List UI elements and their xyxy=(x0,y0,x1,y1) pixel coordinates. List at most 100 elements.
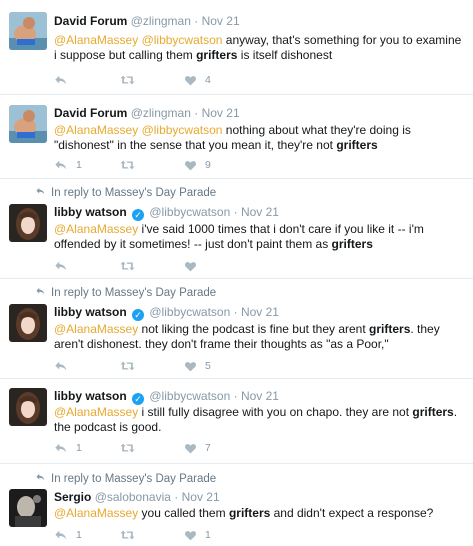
highlighted-term: grifters xyxy=(336,138,378,152)
username[interactable]: @libbycwatson xyxy=(149,305,230,319)
retweet-icon xyxy=(119,441,136,455)
username[interactable]: @libbycwatson xyxy=(149,205,230,219)
mention-link[interactable]: @libbycwatson xyxy=(142,33,223,47)
reply-count: 1 xyxy=(76,159,82,171)
avatar[interactable] xyxy=(9,12,47,50)
reply-context-label: In reply to Massey's Day Parade xyxy=(51,473,217,485)
tweet-header: David Forum @zlingman · Nov 21 xyxy=(54,14,240,28)
reply-button[interactable] xyxy=(54,72,76,88)
avatar[interactable] xyxy=(9,105,47,143)
mention-link[interactable]: @AlanaMassey xyxy=(54,405,138,419)
retweet-icon xyxy=(119,73,136,87)
like-button[interactable]: 7 xyxy=(184,440,211,456)
display-name[interactable]: libby watson xyxy=(54,305,127,319)
tweet[interactable]: In reply to Massey's Day Parade libby wa… xyxy=(0,279,473,379)
reply-count: 1 xyxy=(76,529,82,541)
separator-dot: · xyxy=(233,389,238,403)
timestamp[interactable]: Nov 21 xyxy=(241,389,279,403)
tweet-text-part: and didn't expect a response? xyxy=(270,506,434,520)
like-button[interactable] xyxy=(184,258,205,274)
timestamp[interactable]: Nov 21 xyxy=(241,205,279,219)
tweet-actions: 1 7 xyxy=(54,440,354,456)
reply-context[interactable]: In reply to Massey's Day Parade xyxy=(34,186,216,199)
avatar[interactable] xyxy=(9,204,47,242)
display-name[interactable]: libby watson xyxy=(54,205,127,219)
reply-button[interactable]: 1 xyxy=(54,440,82,456)
avatar[interactable] xyxy=(9,489,47,527)
heart-icon xyxy=(184,260,197,273)
reply-context[interactable]: In reply to Massey's Day Parade xyxy=(34,472,216,485)
reply-icon xyxy=(54,359,68,373)
retweet-button[interactable] xyxy=(119,440,144,456)
retweet-icon xyxy=(119,359,136,373)
like-button[interactable]: 5 xyxy=(184,358,211,374)
tweet[interactable]: David Forum @zlingman · Nov 21 @AlanaMas… xyxy=(0,0,473,95)
tweet[interactable]: In reply to Massey's Day Parade Sergio @… xyxy=(0,464,473,546)
retweet-button[interactable] xyxy=(119,527,144,543)
like-button[interactable]: 1 xyxy=(184,527,211,543)
username[interactable]: @libbycwatson xyxy=(149,389,230,403)
verified-badge-icon: ✓ xyxy=(132,209,145,221)
reply-button[interactable] xyxy=(54,258,76,274)
retweet-button[interactable] xyxy=(119,258,144,274)
reply-context[interactable]: In reply to Massey's Day Parade xyxy=(34,286,216,299)
tweet-actions: 1 1 xyxy=(54,527,354,543)
retweet-button[interactable] xyxy=(119,157,144,173)
retweet-button[interactable] xyxy=(119,358,144,374)
highlighted-term: grifters xyxy=(196,48,238,62)
tweet-feed: David Forum @zlingman · Nov 21 @AlanaMas… xyxy=(0,0,473,546)
like-count: 4 xyxy=(205,74,211,86)
reply-arrow-icon xyxy=(34,472,46,485)
heart-icon xyxy=(184,529,197,542)
mention-link[interactable]: @AlanaMassey xyxy=(54,506,138,520)
tweet-text: @AlanaMassey not liking the podcast is f… xyxy=(54,322,466,352)
reply-arrow-icon xyxy=(34,186,46,199)
avatar[interactable] xyxy=(9,304,47,342)
like-button[interactable]: 4 xyxy=(184,72,211,88)
timestamp[interactable]: Nov 21 xyxy=(182,490,220,504)
username[interactable]: @zlingman xyxy=(131,14,191,28)
tweet-header: Sergio @salobonavia · Nov 21 xyxy=(54,490,220,504)
reply-button[interactable]: 1 xyxy=(54,157,82,173)
verified-badge-icon: ✓ xyxy=(132,309,145,321)
display-name[interactable]: libby watson xyxy=(54,389,127,403)
display-name[interactable]: David Forum xyxy=(54,14,127,28)
heart-icon xyxy=(184,74,197,87)
reply-arrow-icon xyxy=(34,286,46,299)
reply-button[interactable]: 1 xyxy=(54,527,82,543)
retweet-icon xyxy=(119,528,136,542)
timestamp[interactable]: Nov 21 xyxy=(202,14,240,28)
mention-link[interactable]: @AlanaMassey xyxy=(54,222,138,236)
tweet[interactable]: libby watson ✓ @libbycwatson · Nov 21 @A… xyxy=(0,379,473,464)
separator-dot: · xyxy=(194,14,199,28)
heart-icon xyxy=(184,442,197,455)
timestamp[interactable]: Nov 21 xyxy=(202,106,240,120)
separator-dot: · xyxy=(194,106,199,120)
reply-icon xyxy=(54,158,68,172)
tweet[interactable]: David Forum @zlingman · Nov 21 @AlanaMas… xyxy=(0,95,473,179)
tweet-text: @AlanaMassey you called them grifters an… xyxy=(54,506,466,521)
tweet-header: David Forum @zlingman · Nov 21 xyxy=(54,106,240,120)
mention-link[interactable]: @libbycwatson xyxy=(142,123,223,137)
reply-button[interactable] xyxy=(54,358,76,374)
tweet[interactable]: In reply to Massey's Day Parade libby wa… xyxy=(0,179,473,279)
verified-badge-icon: ✓ xyxy=(132,393,145,405)
like-count: 5 xyxy=(205,360,211,372)
tweet-text: @AlanaMassey i've said 1000 times that i… xyxy=(54,222,466,252)
like-button[interactable]: 9 xyxy=(184,157,211,173)
tweet-text-part: not liking the podcast is fine but they … xyxy=(138,322,370,336)
mention-link[interactable]: @AlanaMassey xyxy=(54,33,138,47)
retweet-button[interactable] xyxy=(119,72,144,88)
username[interactable]: @salobonavia xyxy=(95,490,171,504)
display-name[interactable]: David Forum xyxy=(54,106,127,120)
retweet-icon xyxy=(119,158,136,172)
tweet-actions: 4 xyxy=(54,72,354,88)
display-name[interactable]: Sergio xyxy=(54,490,91,504)
avatar[interactable] xyxy=(9,388,47,426)
timestamp[interactable]: Nov 21 xyxy=(241,305,279,319)
heart-icon xyxy=(184,360,197,373)
mention-link[interactable]: @AlanaMassey xyxy=(54,123,138,137)
mention-link[interactable]: @AlanaMassey xyxy=(54,322,138,336)
reply-context-label: In reply to Massey's Day Parade xyxy=(51,187,217,199)
username[interactable]: @zlingman xyxy=(131,106,191,120)
